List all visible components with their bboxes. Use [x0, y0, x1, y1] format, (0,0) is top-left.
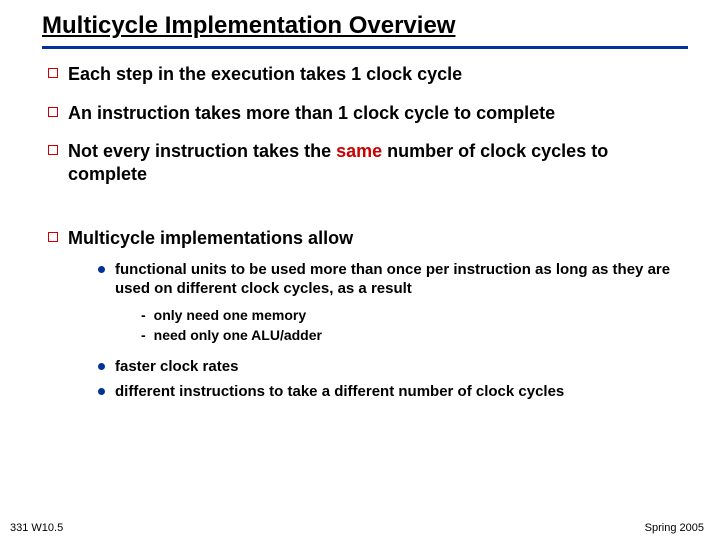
dash-item: - need only one ALU/adder [141, 327, 676, 343]
dot-bullet-icon [98, 266, 105, 273]
sub-bullet-item: different instructions to take a differe… [98, 382, 676, 402]
bullet-item: Multicycle implementations allow [48, 227, 676, 250]
dash-text: need only one ALU/adder [154, 327, 322, 343]
sub-bullet-text: functional units to be used more than on… [115, 260, 676, 299]
bullet-text: Not every instruction takes the same num… [68, 140, 676, 185]
bullet-item: An instruction takes more than 1 clock c… [48, 102, 676, 125]
dot-bullet-icon [98, 363, 105, 370]
sub-bullet-text: different instructions to take a differe… [115, 382, 564, 402]
slide-content: Each step in the execution takes 1 clock… [28, 49, 692, 402]
dash-text: only need one memory [154, 307, 306, 323]
square-bullet-icon [48, 232, 58, 242]
bullet-text: An instruction takes more than 1 clock c… [68, 102, 555, 125]
text-pre: Not every instruction takes the [68, 141, 336, 161]
dash-bullet-icon: - [141, 327, 146, 343]
square-bullet-icon [48, 145, 58, 155]
footer-left: 331 W10.5 [10, 522, 63, 534]
sub-bullet-item: faster clock rates [98, 357, 676, 377]
slide: Multicycle Implementation Overview Each … [0, 0, 720, 540]
bullet-item: Not every instruction takes the same num… [48, 140, 676, 185]
footer-right: Spring 2005 [645, 522, 704, 534]
dot-bullet-icon [98, 388, 105, 395]
square-bullet-icon [48, 68, 58, 78]
sub-bullet-item: functional units to be used more than on… [98, 260, 676, 351]
emphasis-text: same [336, 141, 382, 161]
dash-item: - only need one memory [141, 307, 676, 323]
square-bullet-icon [48, 107, 58, 117]
sub-bullet-text: faster clock rates [115, 357, 238, 377]
sub-bullet-list: functional units to be used more than on… [98, 260, 676, 402]
bullet-text: Each step in the execution takes 1 clock… [68, 63, 462, 86]
dash-bullet-icon: - [141, 307, 146, 323]
dash-list: - only need one memory - need only one A… [141, 307, 676, 343]
bullet-text: Multicycle implementations allow [68, 227, 353, 250]
bullet-item: Each step in the execution takes 1 clock… [48, 63, 676, 86]
slide-title: Multicycle Implementation Overview [42, 12, 688, 49]
